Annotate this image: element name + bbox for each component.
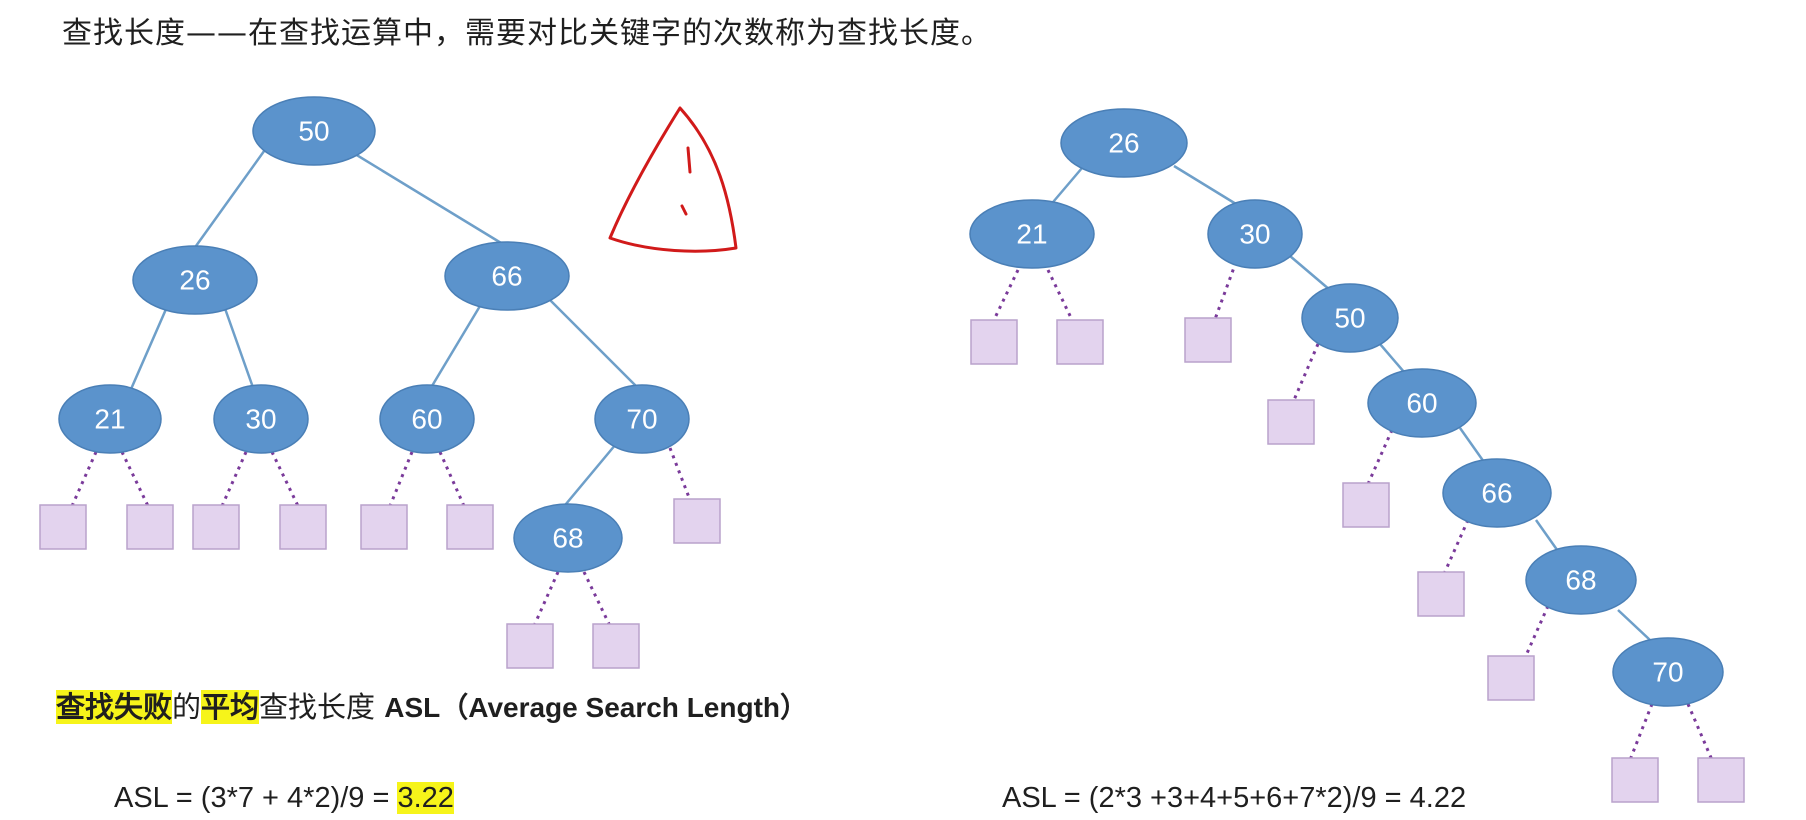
left-edge-26-21 xyxy=(126,299,172,397)
right-fail-leaf xyxy=(1267,399,1315,445)
heading-highlight-failure: 查找失败 xyxy=(56,690,173,724)
svg-text:66: 66 xyxy=(1481,478,1512,509)
right-fail-leaf xyxy=(1697,757,1745,803)
left-fail-edge xyxy=(668,447,692,501)
right-fail-edge xyxy=(1686,703,1714,761)
left-fail-leaf xyxy=(279,504,327,550)
left-fail-leaf xyxy=(360,504,408,550)
svg-text:68: 68 xyxy=(1565,565,1596,596)
left-fail-leaf xyxy=(192,504,240,550)
left-fail-edge xyxy=(438,451,466,507)
left-fail-edge xyxy=(70,451,98,507)
left-fail-edge xyxy=(220,451,248,507)
svg-text:26: 26 xyxy=(1108,128,1139,159)
left-node-50: 50 xyxy=(252,96,376,166)
left-node-68: 68 xyxy=(513,503,623,573)
right-fail-leaf xyxy=(1611,757,1659,803)
right-edge-68-70 xyxy=(1617,609,1651,641)
right-fail-edge xyxy=(1212,261,1238,323)
left-fail-edge xyxy=(270,451,300,507)
left-fail-leaf xyxy=(126,504,174,550)
formula-left-result: 3.22 xyxy=(397,782,454,814)
svg-text:60: 60 xyxy=(1406,388,1437,419)
warning-triangle-icon xyxy=(608,106,738,253)
right-node-68: 68 xyxy=(1525,545,1637,615)
svg-text:70: 70 xyxy=(626,404,657,435)
svg-text:50: 50 xyxy=(1334,303,1365,334)
right-edge-50-60 xyxy=(1379,343,1405,373)
right-fail-leaf xyxy=(1487,655,1535,701)
left-fail-leaf xyxy=(39,504,87,550)
right-node-70: 70 xyxy=(1612,637,1724,707)
left-edge-66-70 xyxy=(545,295,647,397)
right-tree: 26 21 30 50 60 66 68 70 xyxy=(969,108,1745,803)
svg-text:60: 60 xyxy=(411,404,442,435)
left-node-60: 60 xyxy=(379,384,475,454)
svg-text:70: 70 xyxy=(1652,657,1683,688)
left-fail-edge xyxy=(120,451,150,507)
left-node-66: 66 xyxy=(444,241,570,311)
right-node-30: 30 xyxy=(1207,199,1303,269)
left-edge-50-66 xyxy=(331,138,507,248)
right-fail-leaf xyxy=(970,319,1018,365)
warning-stroke xyxy=(686,146,692,174)
heading-de: 的 xyxy=(172,690,202,724)
right-edge-60-66 xyxy=(1458,427,1486,463)
right-fail-leaf xyxy=(1417,571,1465,617)
left-fail-leaf xyxy=(446,504,494,550)
right-node-50: 50 xyxy=(1301,283,1399,353)
right-node-60: 60 xyxy=(1367,368,1477,438)
right-node-26: 26 xyxy=(1060,108,1188,178)
warning-dot xyxy=(680,204,688,216)
formula-right: ASL = (2*3 +3+4+5+6+7*2)/9 = 4.22 xyxy=(1002,782,1467,814)
left-fail-leaf xyxy=(673,498,721,544)
formula-left: ASL = (3*7 + 4*2)/9 = 3.22 xyxy=(114,782,454,815)
left-node-70: 70 xyxy=(594,384,690,454)
slide: 查找长度——在查找运算中，需要对比关键字的次数称为查找长度。 50 26 66 … xyxy=(0,0,1806,820)
right-edge-30-50 xyxy=(1289,255,1331,291)
svg-text:21: 21 xyxy=(94,404,125,435)
right-fail-leaf xyxy=(1342,482,1390,528)
right-fail-edge xyxy=(1628,703,1654,761)
right-node-21: 21 xyxy=(969,199,1095,269)
right-fail-edge xyxy=(1522,605,1550,661)
svg-text:30: 30 xyxy=(245,404,276,435)
left-fail-leaf xyxy=(506,623,554,669)
left-fail-edge xyxy=(532,571,560,627)
left-node-21: 21 xyxy=(58,384,162,454)
right-fail-edge xyxy=(990,269,1020,325)
heading-asl-english: ASL（Average Search Length） xyxy=(384,692,808,723)
right-fail-edge xyxy=(1292,343,1320,401)
left-edge-66-60 xyxy=(424,295,488,397)
right-fail-edge xyxy=(1046,269,1076,325)
left-fail-edge xyxy=(582,571,612,627)
formula-left-expression: ASL = (3*7 + 4*2)/9 = xyxy=(114,782,398,814)
right-node-66: 66 xyxy=(1442,458,1552,528)
left-edge-26-30 xyxy=(220,299,258,397)
right-fail-leaf xyxy=(1184,317,1232,363)
right-fail-edge xyxy=(1442,519,1470,575)
svg-text:26: 26 xyxy=(179,265,210,296)
right-fail-leaf xyxy=(1056,319,1104,365)
svg-text:30: 30 xyxy=(1239,219,1270,250)
svg-text:66: 66 xyxy=(491,261,522,292)
left-tree: 50 26 66 21 30 60 70 68 xyxy=(39,96,721,669)
heading-highlight-average: 平均 xyxy=(201,690,260,724)
svg-text:21: 21 xyxy=(1016,219,1047,250)
left-node-26: 26 xyxy=(132,245,258,315)
svg-text:50: 50 xyxy=(298,116,329,147)
heading-search-length: 查找长度 xyxy=(259,690,385,724)
right-edge-26-30 xyxy=(1173,164,1237,206)
right-fail-edge xyxy=(1366,429,1394,485)
left-node-30: 30 xyxy=(213,384,309,454)
left-edge-50-26 xyxy=(194,139,274,247)
svg-text:68: 68 xyxy=(552,523,583,554)
left-fail-leaf xyxy=(592,623,640,669)
left-fail-edge xyxy=(388,451,414,507)
asl-heading: 查找失败的平均查找长度 ASL（Average Search Length） xyxy=(56,684,808,726)
